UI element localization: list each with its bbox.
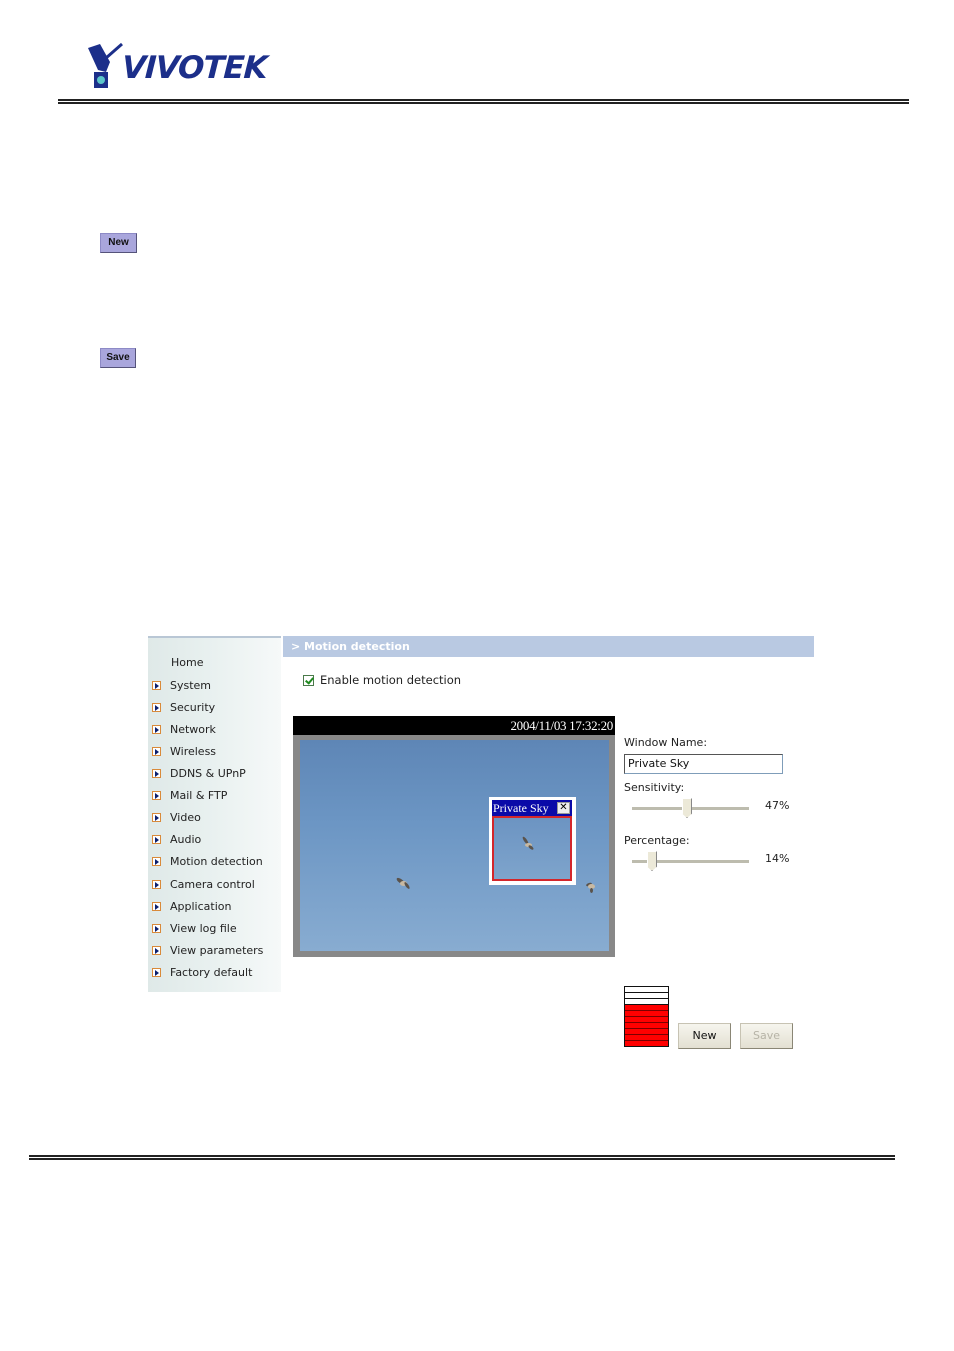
arrow-right-icon <box>152 834 161 844</box>
bird-image <box>394 876 416 890</box>
footer-rule <box>29 1155 895 1160</box>
nav-label: Factory default <box>170 965 253 979</box>
sidebar-nav: Home System Security Network Wireless DD… <box>148 636 281 992</box>
nav-item-factory-default[interactable]: Factory default <box>152 963 252 981</box>
close-icon[interactable]: ✕ <box>557 802 570 814</box>
vivotek-logo: VIVOTEK <box>86 42 291 92</box>
new-window-button[interactable]: New <box>678 1023 731 1049</box>
doc-save-button: Save <box>100 348 136 368</box>
enable-label: Enable motion detection <box>320 673 462 687</box>
window-name-input[interactable]: Private Sky <box>624 754 783 774</box>
save-window-button[interactable]: Save <box>740 1023 793 1049</box>
nav-label: DDNS & UPnP <box>170 766 246 780</box>
arrow-right-icon <box>152 724 161 734</box>
nav-label: Motion detection <box>170 854 263 868</box>
arrow-right-icon <box>152 790 161 800</box>
nav-label: Application <box>170 899 232 913</box>
nav-item-audio[interactable]: Audio <box>152 830 201 848</box>
motion-window[interactable]: Private Sky ✕ <box>489 797 576 885</box>
nav-item-system[interactable]: System <box>152 676 211 694</box>
video-view: Private Sky ✕ <box>293 735 615 957</box>
sensitivity-slider[interactable] <box>632 798 749 818</box>
video-image: Private Sky ✕ <box>300 740 609 951</box>
arrow-right-icon <box>152 856 161 866</box>
arrow-right-icon <box>152 812 161 822</box>
nav-label: View parameters <box>170 943 264 957</box>
sensitivity-label: Sensitivity: <box>624 781 685 794</box>
nav-label: Network <box>170 722 216 736</box>
nav-item-motion-detection[interactable]: Motion detection <box>152 852 263 870</box>
video-timestamp: 2004/11/03 17:32:20 <box>293 716 615 735</box>
bird-image <box>583 880 605 894</box>
nav-label: Audio <box>170 832 202 846</box>
percentage-label: Percentage: <box>624 834 690 847</box>
slider-thumb[interactable] <box>647 851 657 871</box>
nav-item-video[interactable]: Video <box>152 808 201 826</box>
nav-item-network[interactable]: Network <box>152 720 216 738</box>
bird-image <box>520 835 542 851</box>
percentage-slider[interactable] <box>632 851 749 871</box>
nav-label: Wireless <box>170 744 217 758</box>
level-segment <box>625 1041 668 1046</box>
slider-thumb[interactable] <box>682 798 692 818</box>
arrow-right-icon <box>152 746 161 756</box>
page-title: > Motion detection <box>283 636 814 657</box>
motion-window-name: Private Sky <box>493 801 549 815</box>
nav-label: Security <box>170 700 216 714</box>
nav-label: Home <box>171 655 204 669</box>
nav-label: Camera control <box>170 877 255 891</box>
enable-motion-detection[interactable]: Enable motion detection <box>303 672 461 688</box>
brand-name: VIVOTEK <box>121 50 268 86</box>
enable-checkbox[interactable] <box>303 674 314 686</box>
header-rule <box>58 99 909 104</box>
arrow-right-icon <box>152 768 161 778</box>
window-name-label: Window Name: <box>624 736 708 749</box>
nav-label: Mail & FTP <box>170 788 228 802</box>
motion-window-title[interactable]: Private Sky ✕ <box>492 800 572 816</box>
arrow-right-icon <box>152 702 161 712</box>
arrow-right-icon <box>152 879 161 889</box>
nav-label: System <box>170 678 212 692</box>
motion-detection-screenshot: Home System Security Network Wireless DD… <box>148 636 814 1049</box>
nav-item-ddns-upnp[interactable]: DDNS & UPnP <box>152 764 246 782</box>
sensitivity-value: 47% <box>765 799 790 812</box>
percentage-value: 14% <box>765 852 790 865</box>
nav-item-mail-ftp[interactable]: Mail & FTP <box>152 786 227 804</box>
nav-item-wireless[interactable]: Wireless <box>152 742 216 760</box>
nav-item-camera-control[interactable]: Camera control <box>152 875 255 893</box>
nav-label: Video <box>170 810 201 824</box>
nav-item-view-parameters[interactable]: View parameters <box>152 941 263 959</box>
nav-item-home[interactable]: Home <box>171 653 203 671</box>
doc-new-button: New <box>100 233 137 253</box>
arrow-right-icon <box>152 967 161 977</box>
arrow-right-icon <box>152 945 161 955</box>
motion-window-area[interactable] <box>492 816 572 881</box>
nav-item-security[interactable]: Security <box>152 698 215 716</box>
camera-logo-icon <box>88 42 123 88</box>
arrow-right-icon <box>152 923 161 933</box>
arrow-right-icon <box>152 680 161 690</box>
nav-item-application[interactable]: Application <box>152 897 231 915</box>
arrow-right-icon <box>152 901 161 911</box>
nav-label: View log file <box>170 921 237 935</box>
motion-level-meter <box>624 986 669 1047</box>
nav-item-view-log-file[interactable]: View log file <box>152 919 237 937</box>
